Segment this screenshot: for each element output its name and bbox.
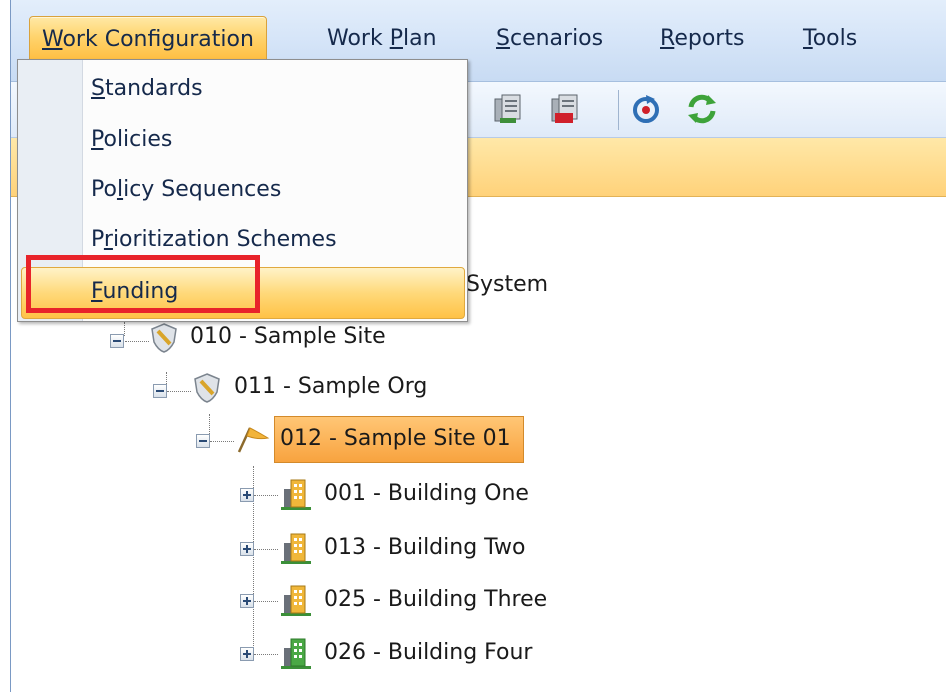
tree-expand-toggle[interactable] bbox=[240, 488, 254, 502]
menu-label: P bbox=[91, 227, 104, 252]
shield-icon bbox=[151, 323, 177, 353]
tree-connector bbox=[254, 654, 278, 655]
tree-node-label-selected[interactable]: 012 - Sample Site 01 bbox=[280, 426, 511, 451]
refresh-icon[interactable] bbox=[629, 91, 665, 127]
tree-connector bbox=[254, 549, 278, 550]
menu-label: ools bbox=[812, 26, 858, 51]
tree-connector bbox=[124, 322, 125, 336]
menu-item-policy-sequences[interactable]: Policy Sequences bbox=[91, 165, 281, 215]
tree-connector bbox=[125, 341, 149, 342]
toolbar-separator bbox=[618, 90, 619, 130]
tree-node-label[interactable]: 026 - Building Four bbox=[324, 640, 532, 665]
copy-document-icon[interactable] bbox=[490, 91, 526, 127]
menu-label: Work bbox=[327, 26, 390, 51]
menu-mnemonic: r bbox=[103, 227, 113, 252]
tree-node-label[interactable]: 013 - Building Two bbox=[324, 535, 525, 560]
tree-connector bbox=[254, 601, 278, 602]
menu-mnemonic: P bbox=[389, 26, 403, 51]
menu-label: olicies bbox=[103, 127, 173, 152]
menu-label: ork Configuration bbox=[62, 27, 254, 52]
tree-expand-toggle[interactable] bbox=[240, 647, 254, 661]
building-icon bbox=[281, 479, 311, 510]
menu-label: lan bbox=[402, 26, 437, 51]
tree-connector bbox=[210, 441, 234, 442]
menu-label: ioritization Schemes bbox=[112, 227, 337, 252]
menu-mnemonic: S bbox=[496, 26, 510, 51]
menu-item-standards[interactable]: Standards bbox=[91, 64, 203, 114]
tree-node-label[interactable]: 011 - Sample Org bbox=[234, 374, 427, 399]
tree-node-label[interactable]: 025 - Building Three bbox=[324, 587, 547, 612]
menu-work-plan[interactable]: Work Plan bbox=[315, 16, 449, 62]
tree-collapse-toggle[interactable] bbox=[110, 334, 124, 348]
tree-expand-toggle[interactable] bbox=[240, 594, 254, 608]
tree-collapse-toggle[interactable] bbox=[153, 384, 167, 398]
flag-icon bbox=[237, 427, 270, 453]
menu-label: Po bbox=[91, 177, 117, 202]
menu-label: icy Sequences bbox=[123, 177, 282, 202]
tree-connector bbox=[167, 391, 191, 392]
building-icon bbox=[281, 585, 311, 616]
building-icon bbox=[281, 638, 311, 669]
tree-expand-toggle[interactable] bbox=[240, 542, 254, 556]
menu-label: eports bbox=[674, 26, 745, 51]
menu-mnemonic: W bbox=[42, 27, 63, 52]
menu-item-policies[interactable]: Policies bbox=[91, 115, 172, 165]
menu-label: tandards bbox=[104, 76, 203, 101]
menu-mnemonic: T bbox=[803, 26, 813, 51]
menu-scenarios[interactable]: Scenarios bbox=[484, 16, 615, 62]
menu-tools[interactable]: Tools bbox=[791, 16, 869, 62]
tree-node-label[interactable]: 010 - Sample Site bbox=[190, 324, 386, 349]
menu-reports[interactable]: Reports bbox=[648, 16, 756, 62]
menu-mnemonic: R bbox=[660, 26, 675, 51]
building-icon bbox=[281, 533, 311, 564]
menu-label: cenarios bbox=[509, 26, 604, 51]
tree-connector bbox=[254, 495, 278, 496]
menu-mnemonic: P bbox=[91, 127, 104, 152]
delete-document-icon[interactable] bbox=[547, 91, 583, 127]
window-left-border bbox=[0, 0, 11, 692]
tree-node-label[interactable]: 001 - Building One bbox=[324, 481, 529, 506]
sync-icon[interactable] bbox=[684, 91, 720, 127]
annotation-highlight-box bbox=[26, 255, 260, 313]
shield-icon bbox=[194, 373, 220, 403]
tree-collapse-toggle[interactable] bbox=[196, 434, 210, 448]
tree-root-label: System bbox=[466, 272, 549, 297]
menu-mnemonic: S bbox=[91, 76, 105, 101]
menu-work-configuration[interactable]: Work Configuration bbox=[29, 16, 267, 64]
